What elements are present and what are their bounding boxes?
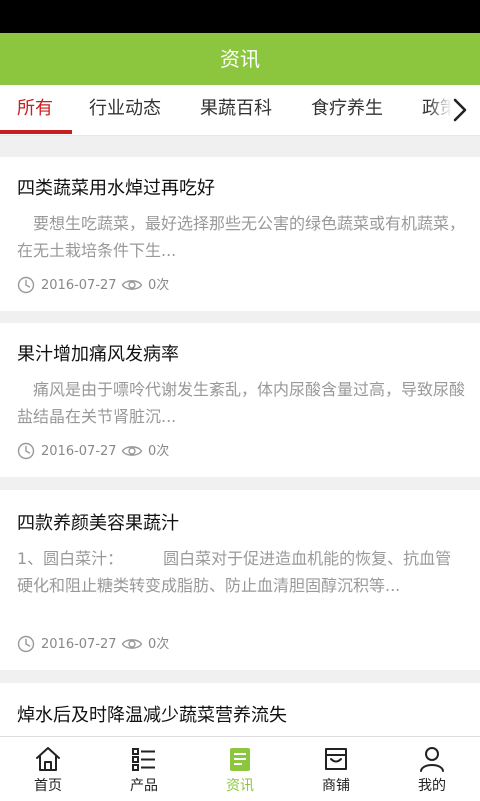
- nav-mine[interactable]: 我的: [384, 737, 480, 801]
- nav-mine-label: 我的: [418, 778, 446, 794]
- nav-news[interactable]: 资讯: [192, 737, 288, 801]
- nav-stores[interactable]: 商铺: [288, 737, 384, 801]
- category-tabs: 所有 行业动态 果蔬百科 食疗养生 政策: [0, 85, 480, 136]
- tab-all[interactable]: 所有: [17, 85, 53, 135]
- article-date: 2016-07-27: [41, 444, 117, 459]
- eye-icon: [121, 446, 143, 456]
- page-title: 资讯: [0, 33, 480, 85]
- article-title[interactable]: 四款养颜美容果蔬汁: [17, 509, 179, 535]
- store-icon: [325, 748, 347, 770]
- eye-icon: [121, 280, 143, 290]
- article-date: 2016-07-27: [41, 278, 117, 293]
- article-views: 0次: [148, 444, 170, 459]
- tab-industry-news[interactable]: 行业动态: [89, 85, 161, 135]
- nav-home-label: 首页: [34, 778, 62, 794]
- article-card[interactable]: 果汁增加痛风发病率 痛风是由于嘌呤代谢发生紊乱，体内尿酸含量过高，导致尿酸盐结晶…: [0, 323, 480, 477]
- user-icon: [420, 747, 444, 772]
- article-date: 2016-07-27: [41, 637, 117, 652]
- article-card[interactable]: 四款养颜美容果蔬汁 1、圆白菜汁： 圆白菜对于促进造血机能的恢复、抗血管硬化和阻…: [0, 490, 480, 670]
- article-summary: 1、圆白菜汁： 圆白菜对于促进造血机能的恢复、抗血管硬化和阻止糖类转变成脂肪、防…: [17, 549, 452, 595]
- news-icon: [230, 748, 250, 771]
- bottom-nav: 首页 产品 资讯 商铺 我的: [0, 736, 480, 801]
- list-icon: [132, 748, 155, 771]
- nav-stores-label: 商铺: [322, 778, 350, 794]
- article-summary: 痛风是由于嘌呤代谢发生紊乱，体内尿酸含量过高，导致尿酸盐结晶在关节肾脏沉...: [17, 380, 466, 426]
- article-summary: 要想生吃蔬菜，最好选择那些无公害的绿色蔬菜或有机蔬菜，在无土栽培条件下生...: [17, 214, 466, 260]
- eye-icon: [121, 639, 143, 649]
- article-views: 0次: [148, 637, 170, 652]
- nav-products[interactable]: 产品: [96, 737, 192, 801]
- clock-icon: [17, 276, 35, 294]
- article-card[interactable]: 四类蔬菜用水焯过再吃好 要想生吃蔬菜，最好选择那些无公害的绿色蔬菜或有机蔬菜，在…: [0, 157, 480, 311]
- active-tab-indicator: [0, 130, 72, 134]
- clock-icon: [17, 442, 35, 460]
- nav-home[interactable]: 首页: [0, 737, 96, 801]
- home-icon: [36, 747, 60, 771]
- nav-news-label: 资讯: [226, 778, 254, 794]
- status-bar: [0, 0, 480, 33]
- chevron-right-icon[interactable]: [448, 96, 472, 124]
- article-views: 0次: [148, 278, 170, 293]
- nav-products-label: 产品: [130, 778, 158, 794]
- clock-icon: [17, 635, 35, 653]
- article-title[interactable]: 焯水后及时降温减少蔬菜营养流失: [17, 701, 287, 727]
- tab-produce-encyclopedia[interactable]: 果蔬百科: [200, 85, 272, 135]
- article-card[interactable]: 焯水后及时降温减少蔬菜营养流失: [0, 683, 480, 736]
- article-title[interactable]: 果汁增加痛风发病率: [17, 340, 179, 366]
- article-title[interactable]: 四类蔬菜用水焯过再吃好: [17, 174, 215, 200]
- tab-diet-health[interactable]: 食疗养生: [311, 85, 383, 135]
